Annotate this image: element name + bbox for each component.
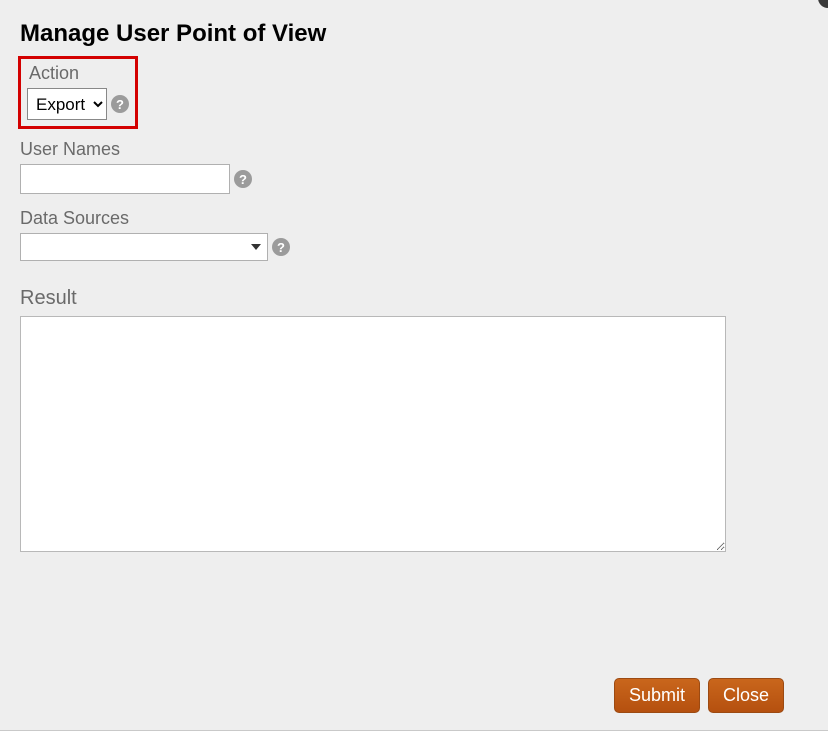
user-names-group: User Names ? (20, 139, 828, 194)
button-bar: Submit Close (614, 678, 784, 713)
close-button[interactable]: Close (708, 678, 784, 713)
action-label: Action (29, 63, 133, 84)
manage-user-pov-dialog: Manage User Point of View Action Export … (0, 0, 828, 731)
data-sources-row: ? (20, 233, 828, 261)
corner-partial-icon (812, 0, 828, 12)
user-names-label: User Names (20, 139, 828, 160)
submit-button[interactable]: Submit (614, 678, 700, 713)
help-icon[interactable]: ? (111, 95, 129, 113)
data-sources-label: Data Sources (20, 208, 828, 229)
action-highlight: Action Export ? (18, 56, 138, 129)
action-control-row: Export ? (23, 88, 133, 124)
dialog-title: Manage User Point of View (20, 20, 828, 48)
data-sources-combobox[interactable] (20, 233, 268, 261)
help-icon[interactable]: ? (272, 238, 290, 256)
action-select[interactable]: Export (27, 88, 107, 120)
chevron-down-icon (251, 244, 261, 250)
result-textarea[interactable] (20, 316, 726, 552)
data-sources-group: Data Sources ? (20, 208, 828, 261)
result-label: Result (20, 287, 828, 310)
user-names-row: ? (20, 164, 828, 194)
user-names-input[interactable] (20, 164, 230, 194)
help-icon[interactable]: ? (234, 170, 252, 188)
